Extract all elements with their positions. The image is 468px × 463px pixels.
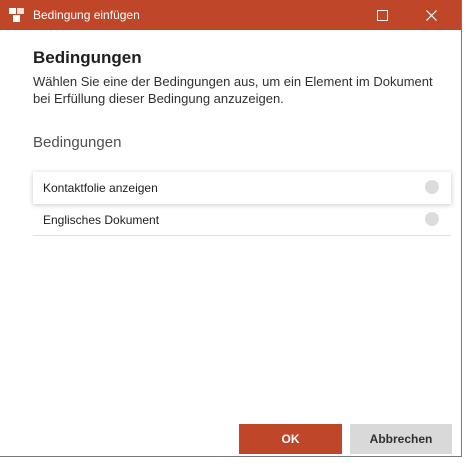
page-heading: Bedingungen xyxy=(33,48,142,67)
condition-label: Englisches Dokument xyxy=(43,213,160,227)
title-bar: Bedingung einfügen xyxy=(0,0,461,30)
app-logo-icon xyxy=(9,8,24,22)
condition-item[interactable]: Kontaktfolie anzeigen xyxy=(33,172,451,204)
conditions-list: Kontaktfolie anzeigen Englisches Dokumen… xyxy=(33,172,451,236)
info-icon[interactable] xyxy=(425,212,439,226)
info-icon[interactable] xyxy=(425,180,439,194)
close-button[interactable] xyxy=(416,0,446,30)
ok-button[interactable]: OK xyxy=(239,424,342,454)
page-description: Wählen Sie eine der Bedingungen aus, um … xyxy=(33,74,433,106)
section-title: Bedingungen xyxy=(33,134,122,151)
dialog-window: Bedingung einfügen Bedingungen Wählen Si… xyxy=(0,0,462,457)
window-title: Bedingung einfügen xyxy=(33,8,140,22)
condition-item[interactable]: Englisches Dokument xyxy=(33,204,451,236)
close-icon xyxy=(425,9,437,21)
condition-label: Kontaktfolie anzeigen xyxy=(43,181,158,195)
maximize-icon xyxy=(376,9,388,21)
maximize-button[interactable] xyxy=(367,0,397,30)
cancel-button[interactable]: Abbrechen xyxy=(350,424,452,454)
